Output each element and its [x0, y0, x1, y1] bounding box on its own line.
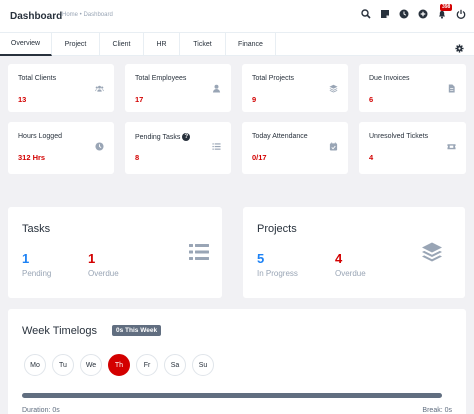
day-wednesday[interactable]: We [80, 354, 102, 376]
breadcrumb[interactable]: Home • Dashboard [62, 12, 113, 18]
tab-finance[interactable]: Finance [226, 33, 276, 56]
day-thursday[interactable]: Th [108, 354, 130, 376]
user-icon [212, 84, 221, 93]
stat-label: Pending Tasks ? [135, 133, 191, 141]
list-icon [188, 241, 210, 263]
layers-icon [421, 241, 443, 263]
calendar-check-icon [329, 142, 338, 151]
tasks-pending-value[interactable]: 1 [22, 251, 29, 266]
users-icon [95, 84, 104, 93]
plus-circle-icon[interactable] [418, 9, 428, 19]
day-saturday[interactable]: Sa [164, 354, 186, 376]
projects-progress-value[interactable]: 5 [257, 251, 264, 266]
stat-card-total-projects[interactable]: Total Projects 9 [242, 64, 348, 112]
break-text: Break: 0s [422, 407, 452, 414]
stat-value: 8 [135, 153, 140, 162]
day-sunday[interactable]: Su [192, 354, 214, 376]
page-title: Dashboard [10, 11, 63, 22]
layers-icon [329, 84, 338, 93]
tasks-card[interactable]: Tasks 1 Pending 1 Overdue [8, 207, 222, 298]
gear-icon[interactable] [455, 40, 464, 53]
day-friday[interactable]: Fr [136, 354, 158, 376]
tab-bar: Overview Project Client HR Ticket Financ… [0, 33, 474, 56]
tab-hr[interactable]: HR [144, 33, 180, 56]
stat-value: 9 [252, 95, 257, 104]
clock-icon[interactable] [399, 9, 409, 19]
stat-card-hours-logged[interactable]: Hours Logged 312 Hrs [8, 122, 114, 174]
stat-label: Unresolved Tickets [369, 133, 429, 140]
week-timelogs-title: Week Timelogs [22, 325, 97, 337]
stat-card-total-employees[interactable]: Total Employees 17 [125, 64, 231, 112]
stat-card-due-invoices[interactable]: Due Invoices 6 [359, 64, 466, 112]
sticky-note-icon[interactable] [380, 9, 390, 19]
clock-icon [95, 142, 104, 151]
week-progress-bar [22, 393, 442, 398]
stat-card-today-attendance[interactable]: Today Attendance 0/17 [242, 122, 348, 174]
projects-overdue-label: Overdue [335, 269, 366, 278]
list-icon [212, 142, 221, 151]
stat-card-unresolved-tickets[interactable]: Unresolved Tickets 4 [359, 122, 466, 174]
question-circle-icon[interactable]: ? [182, 133, 191, 141]
bell-icon[interactable]: 398 [437, 4, 453, 19]
stat-value: 4 [369, 153, 374, 162]
stat-label: Today Attendance [252, 133, 308, 140]
projects-card[interactable]: Projects 5 In Progress 4 Overdue [243, 207, 465, 298]
day-tuesday[interactable]: Tu [52, 354, 74, 376]
tasks-title: Tasks [22, 223, 51, 235]
stat-label: Hours Logged [18, 133, 62, 140]
projects-progress-label: In Progress [257, 269, 298, 278]
week-timelogs-card: Week Timelogs 0s This Week Mo Tu We Th F… [8, 309, 466, 414]
ticket-icon [447, 142, 456, 151]
day-monday[interactable]: Mo [24, 354, 46, 376]
week-total-badge: 0s This Week [112, 325, 162, 336]
top-bar: Dashboard Home • Dashboard 398 [0, 0, 474, 33]
stat-label: Total Projects [252, 75, 295, 82]
stat-value: 13 [18, 95, 27, 104]
file-icon [447, 84, 456, 93]
top-icons: 398 [361, 4, 466, 19]
tasks-overdue-label: Overdue [88, 269, 119, 278]
tab-client[interactable]: Client [100, 33, 144, 56]
stat-value: 0/17 [252, 153, 267, 162]
power-icon[interactable] [456, 9, 466, 19]
stat-value: 312 Hrs [18, 153, 46, 162]
tasks-pending-label: Pending [22, 269, 52, 278]
stat-card-total-clients[interactable]: Total Clients 13 [8, 64, 114, 112]
stat-value: 17 [135, 95, 144, 104]
duration-text: Duration: 0s [22, 407, 60, 414]
stat-label: Total Employees [135, 75, 187, 82]
search-icon[interactable] [361, 9, 371, 19]
stat-value: 6 [369, 95, 374, 104]
stat-label: Due Invoices [369, 75, 410, 82]
tab-overview[interactable]: Overview [0, 33, 52, 56]
tab-ticket[interactable]: Ticket [180, 33, 226, 56]
tasks-overdue-value[interactable]: 1 [88, 251, 95, 266]
tab-project[interactable]: Project [52, 33, 100, 56]
projects-overdue-value[interactable]: 4 [335, 251, 342, 266]
notification-count-badge: 398 [440, 4, 453, 11]
stat-label: Total Clients [18, 75, 57, 82]
projects-title: Projects [257, 223, 297, 235]
stat-card-pending-tasks[interactable]: Pending Tasks ? 8 [125, 122, 231, 174]
